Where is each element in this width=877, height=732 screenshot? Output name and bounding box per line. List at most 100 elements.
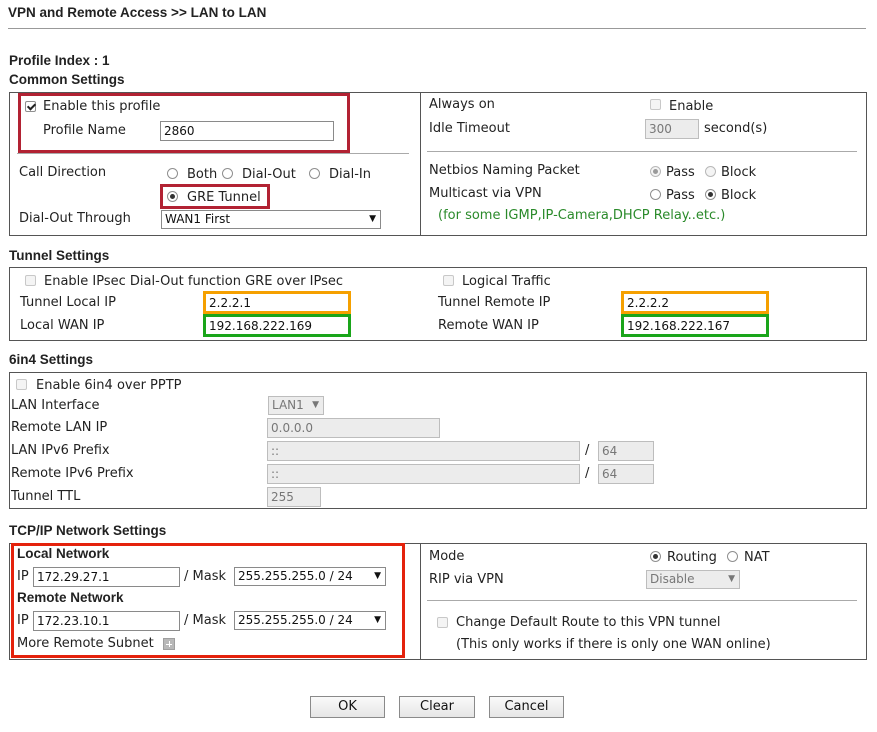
remote-wan-ip-input[interactable] [624, 317, 766, 334]
call-gre-label: GRE Tunnel [187, 190, 261, 205]
profile-index: Profile Index : 1 [9, 53, 110, 68]
remote-network-label: Remote Network [17, 590, 124, 605]
lan-ipv6-prefix-input[interactable] [267, 441, 580, 461]
local-ip-label: IP [17, 569, 29, 584]
more-remote-subnet-label: More Remote Subnet [17, 636, 154, 651]
sixin4-enable-checkbox[interactable] [16, 379, 27, 390]
profile-name-input[interactable] [160, 121, 334, 141]
remote-network-ip-input[interactable] [33, 611, 180, 631]
remote-ipv6-prefix-length-input[interactable] [598, 464, 654, 484]
chevron-down-icon: ▼ [374, 571, 381, 581]
call-both-label: Both [187, 167, 218, 182]
column-divider [420, 93, 421, 235]
local-mask-label: / Mask [184, 569, 226, 584]
multicast-block-label: Block [721, 188, 757, 203]
idle-timeout-label: Idle Timeout [429, 121, 510, 136]
multicast-pass-radio[interactable] [650, 189, 661, 200]
remote-lan-ip-label: Remote LAN IP [11, 420, 108, 435]
always-on-label: Always on [429, 97, 495, 112]
page-title: VPN and Remote Access >> LAN to LAN [8, 5, 267, 20]
call-dialout-radio[interactable] [222, 168, 233, 179]
local-network-label: Local Network [17, 546, 110, 561]
enable-profile-checkbox[interactable] [25, 101, 36, 112]
call-gre-radio[interactable] [167, 191, 178, 202]
sixin4-enable-label: Enable 6in4 over PPTP [36, 378, 182, 393]
netbios-pass-label: Pass [666, 165, 695, 180]
chevron-down-icon: ▼ [728, 574, 735, 584]
netbios-block-label: Block [721, 165, 757, 180]
chevron-down-icon: ▼ [312, 400, 319, 410]
always-on-enable-label: Enable [669, 99, 714, 114]
tcpip-settings-title: TCP/IP Network Settings [9, 523, 167, 538]
remote-ipv6-prefix-input[interactable] [267, 464, 580, 484]
default-route-checkbox[interactable] [437, 617, 448, 628]
row-divider [427, 600, 857, 601]
clear-button[interactable]: Clear [399, 696, 475, 718]
call-dialin-radio[interactable] [309, 168, 320, 179]
multicast-label: Multicast via VPN [429, 186, 542, 201]
local-mask-select[interactable]: 255.255.255.0 / 24 ▼ [234, 567, 386, 586]
lan-interface-value: LAN1 [272, 398, 304, 412]
profile-name-label: Profile Name [43, 123, 126, 138]
tunnel-local-ip-label: Tunnel Local IP [20, 295, 116, 310]
call-dialin-label: Dial-In [329, 167, 371, 182]
multicast-note: (for some IGMP,IP-Camera,DHCP Relay..etc… [438, 208, 726, 223]
dial-out-through-label: Dial-Out Through [19, 211, 131, 226]
prefix-slash: / [585, 466, 590, 481]
call-dialout-label: Dial-Out [242, 167, 296, 182]
logical-traffic-label: Logical Traffic [462, 274, 551, 289]
mode-nat-radio[interactable] [727, 551, 738, 562]
mode-routing-radio[interactable] [650, 551, 661, 562]
tunnel-local-ip-input[interactable] [206, 294, 348, 311]
idle-timeout-input[interactable] [645, 119, 699, 139]
default-route-note: (This only works if there is only one WA… [456, 637, 771, 652]
common-settings-title: Common Settings [9, 72, 125, 87]
chevron-down-icon: ▼ [374, 615, 381, 625]
netbios-block-radio[interactable] [705, 166, 716, 177]
netbios-pass-radio[interactable] [650, 166, 661, 177]
tunnel-remote-ip-input[interactable] [624, 294, 766, 311]
remote-lan-ip-input[interactable] [267, 418, 440, 438]
local-wan-ip-input[interactable] [206, 317, 348, 334]
mode-label: Mode [429, 549, 465, 564]
header-divider [8, 28, 866, 29]
remote-mask-value: 255.255.255.0 / 24 [238, 613, 353, 627]
cancel-button[interactable]: Cancel [489, 696, 564, 718]
ipsec-checkbox[interactable] [25, 275, 36, 286]
mode-routing-label: Routing [667, 550, 717, 565]
sixin4-settings-title: 6in4 Settings [9, 352, 94, 367]
ipsec-label: Enable IPsec Dial-Out function GRE over … [44, 274, 344, 289]
add-subnet-icon[interactable] [163, 638, 175, 650]
netbios-label: Netbios Naming Packet [429, 163, 580, 178]
idle-timeout-unit: second(s) [704, 121, 768, 136]
lan-interface-label: LAN Interface [11, 398, 100, 413]
local-wan-ip-label: Local WAN IP [20, 318, 105, 333]
multicast-block-radio[interactable] [705, 189, 716, 200]
tunnel-settings-title: Tunnel Settings [9, 248, 110, 263]
rip-label: RIP via VPN [429, 572, 504, 587]
enable-profile-label: Enable this profile [43, 99, 161, 114]
remote-ipv6-prefix-label: Remote IPv6 Prefix [11, 466, 134, 481]
dial-out-through-value: WAN1 First [165, 212, 231, 226]
tunnel-ttl-input[interactable] [267, 487, 321, 507]
tunnel-remote-ip-label: Tunnel Remote IP [438, 295, 551, 310]
local-mask-value: 255.255.255.0 / 24 [238, 569, 353, 583]
lan-ipv6-prefix-length-input[interactable] [598, 441, 654, 461]
remote-wan-ip-label: Remote WAN IP [438, 318, 539, 333]
ok-button[interactable]: OK [310, 696, 385, 718]
rip-value: Disable [650, 572, 695, 586]
column-divider [420, 544, 421, 659]
local-network-ip-input[interactable] [33, 567, 180, 587]
remote-ip-label: IP [17, 613, 29, 628]
lan-interface-select[interactable]: LAN1 ▼ [268, 396, 324, 415]
multicast-pass-label: Pass [666, 188, 695, 203]
call-both-radio[interactable] [167, 168, 178, 179]
lan-ipv6-prefix-label: LAN IPv6 Prefix [11, 443, 110, 458]
prefix-slash: / [585, 443, 590, 458]
row-divider [17, 153, 409, 154]
remote-mask-select[interactable]: 255.255.255.0 / 24 ▼ [234, 611, 386, 630]
logical-traffic-checkbox[interactable] [443, 275, 454, 286]
always-on-checkbox[interactable] [650, 99, 661, 110]
dial-out-through-select[interactable]: WAN1 First ▼ [161, 210, 381, 229]
rip-select[interactable]: Disable ▼ [646, 570, 740, 589]
